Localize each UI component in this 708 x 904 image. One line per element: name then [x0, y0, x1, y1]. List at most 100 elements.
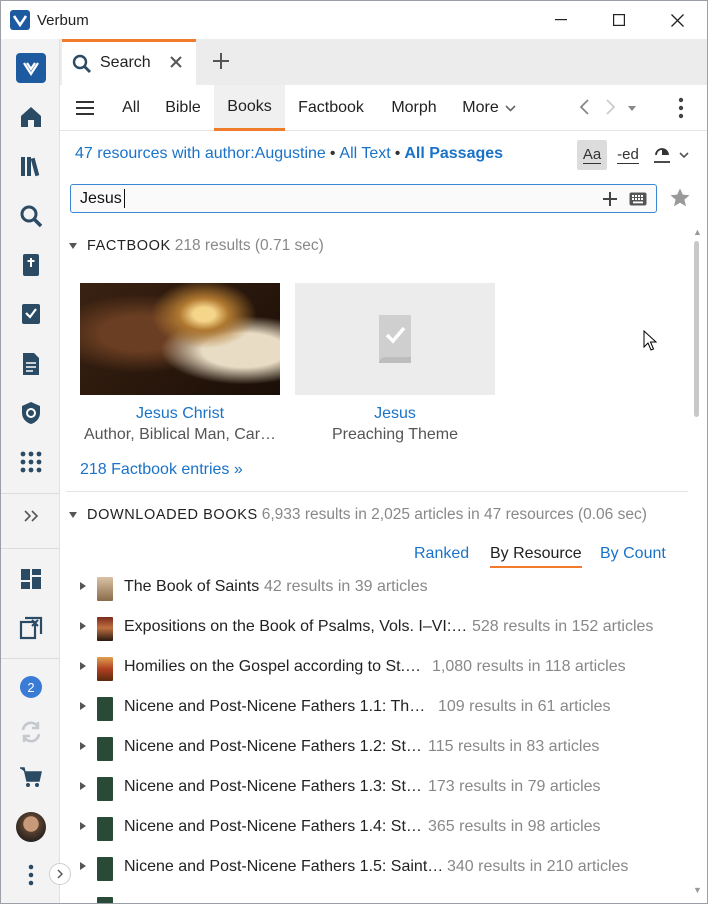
book-cover-icon: [97, 817, 113, 841]
sort-by-count-button[interactable]: By Count: [600, 545, 666, 563]
book-result-row[interactable]: Expositions on the Book of Psalms, Vols.…: [80, 609, 690, 649]
book-result-row[interactable]: Nicene and Post-Nicene Fathers 1.2: St.……: [80, 729, 690, 769]
match-forms-button[interactable]: -ed: [613, 140, 643, 170]
expand-triangle-icon[interactable]: [80, 702, 86, 710]
bible-icon[interactable]: [15, 249, 47, 281]
jesus-christ-painting-image[interactable]: [80, 283, 280, 395]
book-title[interactable]: Nicene and Post-Nicene Fathers 1.4: St.…: [124, 818, 426, 836]
expand-triangle-icon[interactable]: [80, 742, 86, 750]
book-result-row[interactable]: Homilies on the Gospel according to St.……: [80, 649, 690, 689]
section-divider: [66, 491, 688, 492]
downloaded-books-section-header[interactable]: DOWNLOADED BOOKS 6,933 results in 2,025 a…: [69, 506, 647, 524]
tab-morph[interactable]: Morph: [381, 85, 447, 131]
search-icon[interactable]: [15, 200, 47, 232]
expand-sidebar-button[interactable]: [49, 863, 71, 885]
books-result-count: 6,933 results in 2,025 articles in 47 re…: [261, 506, 647, 523]
scrollbar-thumb[interactable]: [694, 241, 699, 417]
separator-dot: •: [329, 145, 336, 162]
search-icon: [72, 54, 92, 79]
home-icon[interactable]: [15, 101, 47, 133]
book-title[interactable]: Nicene and Post-Nicene Fathers 1.2: St.…: [124, 738, 426, 756]
panel-menu-icon[interactable]: [677, 97, 685, 124]
book-title[interactable]: Nicene and Post-Nicene Fathers 1.1: The…: [124, 698, 434, 716]
book-result-row[interactable]: Nicene and Post-Nicene Fathers 1.4: St.……: [80, 809, 690, 849]
expand-triangle-icon[interactable]: [80, 582, 86, 590]
sync-icon[interactable]: [15, 716, 47, 748]
factbook-entries-link[interactable]: 218 Factbook entries »: [80, 461, 243, 479]
app-window: Verbum 2 Search All Bible Books Factbook…: [0, 0, 708, 904]
match-forms-label: -ed: [617, 145, 639, 164]
shield-icon[interactable]: [15, 397, 47, 429]
add-search-term-icon[interactable]: [601, 190, 619, 213]
sidebar-divider: [1, 548, 59, 549]
factbook-result-count: 218 results (0.71 sec): [174, 237, 324, 254]
factbook-card-subtitle: Author, Biblical Man, Car…: [83, 426, 277, 443]
book-title[interactable]: Nicene and Post-Nicene Fathers 1.5: Sain…: [124, 858, 443, 876]
apps-grid-icon[interactable]: [15, 446, 47, 478]
book-title[interactable]: The Book of Saints: [124, 578, 259, 596]
search-panel-tab[interactable]: Search: [62, 39, 196, 85]
factbook-card-title[interactable]: Jesus Christ: [75, 405, 285, 423]
book-result-count: 42 results in 39 articles: [264, 578, 428, 595]
match-case-button[interactable]: Aa: [577, 140, 607, 170]
sort-ranked-button[interactable]: Ranked: [414, 545, 469, 563]
minimize-button[interactable]: [532, 1, 590, 39]
book-title[interactable]: Homilies on the Gospel according to St.…: [124, 658, 421, 676]
factbook-section-header[interactable]: FACTBOOK 218 results (0.71 sec): [69, 237, 324, 255]
history-dropdown-icon[interactable]: [626, 101, 638, 119]
text-filter-link[interactable]: All Text: [339, 145, 390, 162]
tab-books[interactable]: Books: [214, 85, 285, 131]
title-bar: Verbum: [1, 1, 707, 39]
back-arrow-icon[interactable]: [575, 97, 595, 122]
maximize-button[interactable]: [590, 1, 648, 39]
more-vertical-icon[interactable]: [15, 859, 47, 891]
library-icon[interactable]: [15, 150, 47, 182]
scroll-down-arrow-icon[interactable]: ▼: [693, 885, 702, 895]
expand-triangle-icon[interactable]: [80, 782, 86, 790]
book-result-row[interactable]: Nicene and Post-Nicene Fathers 1.1: The……: [80, 689, 690, 729]
checklist-icon[interactable]: [15, 298, 47, 330]
tab-more[interactable]: More: [453, 85, 525, 131]
double-chevron-right-icon[interactable]: [15, 500, 47, 532]
book-result-row[interactable]: The Book of Saints 42 results in 39 arti…: [80, 569, 690, 609]
search-input[interactable]: Jesus: [70, 184, 657, 213]
tab-all[interactable]: All: [111, 85, 151, 131]
layouts-icon[interactable]: [15, 563, 47, 595]
close-window-button[interactable]: [648, 1, 706, 39]
cart-icon[interactable]: [15, 761, 47, 793]
expand-triangle-icon[interactable]: [80, 862, 86, 870]
books-header-label: DOWNLOADED BOOKS: [87, 507, 258, 523]
close-icon[interactable]: [166, 52, 186, 77]
notification-badge[interactable]: 2: [20, 676, 42, 698]
expand-triangle-icon[interactable]: [80, 822, 86, 830]
scroll-up-arrow-icon[interactable]: ▲: [693, 227, 702, 237]
results-pane: FACTBOOK 218 results (0.71 sec) Jesus Chr…: [60, 223, 690, 903]
resources-filter-link[interactable]: 47 resources with author:Augustine: [75, 145, 326, 162]
menu-icon[interactable]: [74, 97, 96, 124]
tab-label: Search: [100, 54, 151, 71]
keyboard-icon[interactable]: [629, 192, 647, 211]
sort-by-resource-button[interactable]: By Resource: [490, 545, 582, 568]
forward-arrow-icon[interactable]: [600, 97, 620, 122]
book-title[interactable]: Nicene and Post-Nicene Fathers 1.3: St.…: [124, 778, 426, 796]
passages-filter-link[interactable]: All Passages: [404, 145, 503, 162]
verbum-home-logo-icon[interactable]: [15, 52, 47, 84]
document-icon[interactable]: [15, 348, 47, 380]
book-result-row[interactable]: Nicene and Post-Nicene Fathers 1.3: St.……: [80, 769, 690, 809]
favorite-star-icon[interactable]: [669, 187, 691, 214]
left-sidebar: 2: [1, 39, 60, 903]
tab-bible[interactable]: Bible: [157, 85, 209, 131]
tab-factbook[interactable]: Factbook: [290, 85, 372, 131]
jesus-preaching-theme-image[interactable]: [295, 283, 495, 395]
book-result-row[interactable]: Nicene and Post-Nicene Fathers 1.5: Sain…: [80, 849, 690, 889]
book-title[interactable]: Expositions on the Book of Psalms, Vols.…: [124, 618, 467, 636]
add-tab-icon[interactable]: [209, 49, 233, 78]
close-panels-icon[interactable]: [15, 612, 47, 644]
expand-triangle-icon[interactable]: [80, 622, 86, 630]
user-avatar[interactable]: [16, 812, 46, 842]
book-cover-icon: [97, 857, 113, 881]
visual-filter-button[interactable]: [649, 140, 695, 170]
book-result-row[interactable]: [80, 889, 690, 903]
expand-triangle-icon[interactable]: [80, 662, 86, 670]
factbook-card-title[interactable]: Jesus: [290, 405, 500, 423]
